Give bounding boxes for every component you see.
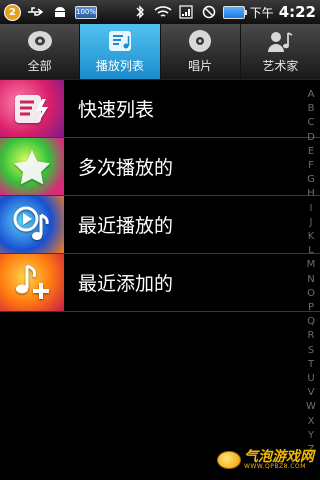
list-item-label: 快速列表 xyxy=(78,99,155,121)
tab-albums[interactable]: 唱片 xyxy=(161,24,241,79)
alpha-letter[interactable]: V xyxy=(308,386,315,400)
alpha-letter[interactable]: E xyxy=(308,145,314,159)
usb-icon xyxy=(27,5,45,19)
tab-playlist[interactable]: 播放列表 xyxy=(80,24,161,79)
watermark-sub-text: WWW.QPBZ8.COM xyxy=(244,463,306,470)
do-not-disturb-icon xyxy=(200,5,218,19)
alphabet-index[interactable]: A B C D E F G H I J K L M N O P Q R S T … xyxy=(304,88,318,457)
tab-bar: 全部 播放列表 唱片 艺术家 xyxy=(0,24,320,80)
watermark: 气泡游戏网 WWW.QPBZ8.COM xyxy=(217,450,314,470)
alpha-letter[interactable]: W xyxy=(306,400,316,414)
notification-badge[interactable]: 2 xyxy=(4,3,21,21)
play-note-icon xyxy=(0,196,64,253)
alpha-letter[interactable]: P xyxy=(308,301,314,315)
bluetooth-icon xyxy=(131,5,149,19)
alpha-letter[interactable]: G xyxy=(307,173,315,187)
tab-label: 全部 xyxy=(27,59,52,73)
add-note-icon xyxy=(0,254,64,311)
playlist-list: 快速列表 多次播放的 最近播放的 最近添加的 xyxy=(0,80,320,312)
quick-list-icon xyxy=(0,80,64,137)
album-icon xyxy=(185,27,215,55)
alpha-letter[interactable]: D xyxy=(307,131,315,145)
alpha-letter[interactable]: S xyxy=(308,344,314,358)
list-item[interactable]: 最近播放的 xyxy=(0,196,320,254)
alpha-letter[interactable]: O xyxy=(307,287,315,301)
list-item[interactable]: 快速列表 xyxy=(0,80,320,138)
alpha-letter[interactable]: J xyxy=(310,216,313,230)
tab-artists[interactable]: 艺术家 xyxy=(241,24,320,79)
list-item-label: 多次播放的 xyxy=(78,157,174,179)
watermark-main-text: 气泡游戏网 xyxy=(244,449,314,465)
tab-label: 唱片 xyxy=(188,59,213,73)
alpha-letter[interactable]: H xyxy=(307,187,315,201)
alpha-letter[interactable]: Q xyxy=(307,315,315,329)
alpha-letter[interactable]: N xyxy=(307,273,314,287)
list-item-label: 最近添加的 xyxy=(78,273,174,295)
wifi-icon xyxy=(154,5,172,19)
alpha-letter[interactable]: X xyxy=(308,415,315,429)
alpha-letter[interactable]: K xyxy=(308,230,315,244)
disc-icon xyxy=(25,27,55,55)
signal-box-icon xyxy=(177,5,195,19)
list-item[interactable]: 多次播放的 xyxy=(0,138,320,196)
alpha-letter[interactable]: B xyxy=(308,102,315,116)
playlist-icon xyxy=(105,27,135,55)
artist-icon xyxy=(265,27,295,55)
list-item[interactable]: 最近添加的 xyxy=(0,254,320,312)
star-icon xyxy=(0,138,64,195)
alpha-letter[interactable]: T xyxy=(308,358,314,372)
alpha-letter[interactable]: M xyxy=(307,258,316,272)
battery-icon xyxy=(222,5,247,19)
status-am-pm: 下午 xyxy=(249,5,274,20)
tab-label: 艺术家 xyxy=(262,59,299,73)
status-bar: 2 100% 下午 4:22 xyxy=(0,0,320,24)
tab-label: 播放列表 xyxy=(95,59,144,73)
watermark-logo-icon xyxy=(217,451,241,469)
tab-all[interactable]: 全部 xyxy=(0,24,81,79)
alpha-letter[interactable]: A xyxy=(308,88,315,102)
alpha-letter[interactable]: F xyxy=(308,159,314,173)
alpha-letter[interactable]: Y xyxy=(308,429,314,443)
android-icon xyxy=(51,5,69,19)
alpha-letter[interactable]: R xyxy=(308,329,315,343)
list-item-label: 最近播放的 xyxy=(78,215,174,237)
alpha-letter[interactable]: U xyxy=(307,372,314,386)
alpha-letter[interactable]: I xyxy=(310,202,313,216)
status-time: 4:22 xyxy=(278,3,316,21)
battery-percent-icon: 100% xyxy=(75,5,97,19)
alpha-letter[interactable]: L xyxy=(308,244,314,258)
alpha-letter[interactable]: C xyxy=(308,116,315,130)
